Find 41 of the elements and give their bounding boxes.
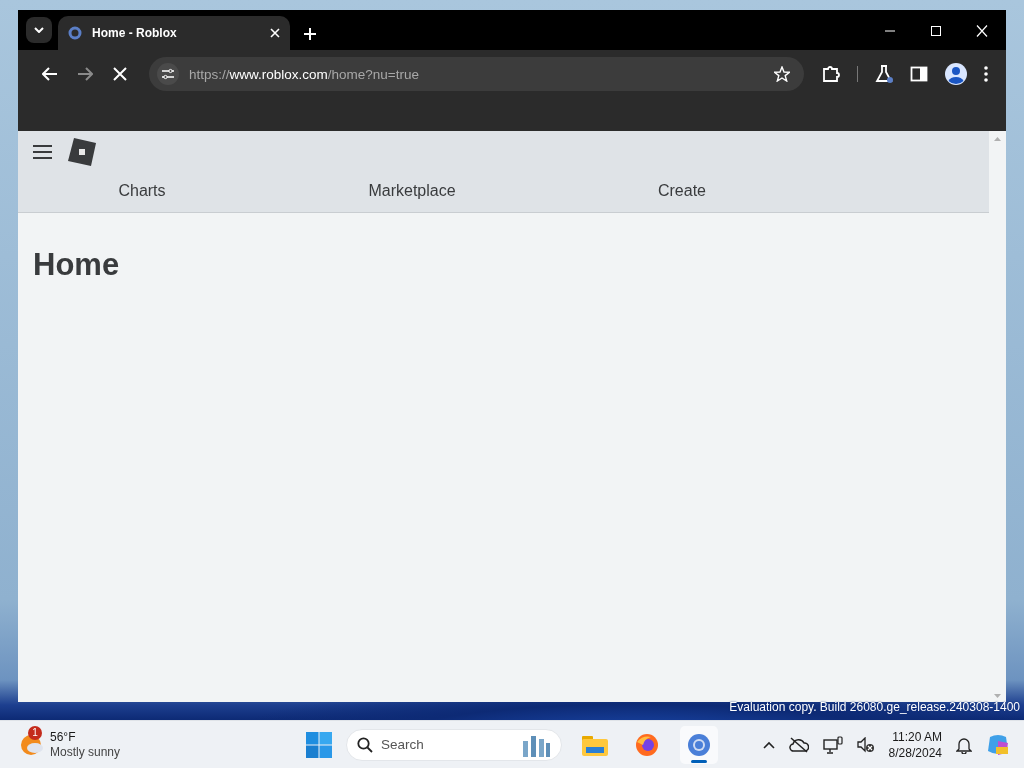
windows-logo-icon[interactable]	[306, 731, 332, 758]
back-icon[interactable]	[41, 67, 58, 81]
flask-icon[interactable]	[875, 65, 893, 83]
plus-icon[interactable]	[304, 28, 316, 40]
weather-condition[interactable]: Mostly sunny	[50, 744, 121, 760]
evaluation-watermark: Evaluation copy. Build 26080.ge_release.240308-1400	[729, 700, 1020, 714]
taskbar-app-button[interactable]	[680, 725, 718, 764]
page-heading: Home	[33, 247, 121, 283]
tilted-square-logo-icon[interactable]	[67, 137, 97, 167]
fox-globe-icon	[635, 732, 659, 757]
weather-temperature[interactable]: 56°F	[50, 729, 121, 745]
tab-search-button[interactable]	[26, 17, 52, 43]
notification-badge: 1	[28, 725, 42, 740]
search-icon	[357, 736, 373, 753]
search-field[interactable]: Search	[346, 728, 562, 761]
menu-icon[interactable]	[33, 145, 52, 159]
stop-icon[interactable]	[112, 67, 127, 81]
bell-icon[interactable]	[956, 735, 972, 754]
forward-icon[interactable]	[76, 67, 93, 81]
nav-link[interactable]: Marketplace	[358, 182, 466, 200]
nav-link[interactable]: Charts	[88, 182, 196, 200]
copilot-icon[interactable]	[986, 732, 1010, 757]
chevron-up-icon[interactable]	[762, 740, 775, 749]
clock[interactable]: 11:20 AM 8/28/2024	[888, 728, 942, 761]
nav-link[interactable]: Create	[628, 182, 736, 200]
chevron-down-icon	[34, 27, 44, 33]
star-icon[interactable]	[774, 66, 790, 82]
site-settings-icon[interactable]	[161, 68, 175, 80]
menu-icon[interactable]	[984, 66, 988, 82]
side-panel-icon[interactable]	[910, 65, 928, 83]
loading-icon	[68, 26, 82, 40]
network-icon[interactable]	[822, 735, 843, 754]
folder-icon	[582, 733, 608, 756]
cloud-off-icon[interactable]	[788, 736, 809, 753]
address-bar[interactable]: https://www.roblox.com/home?nu=true	[149, 57, 804, 91]
close-icon[interactable]	[270, 28, 280, 38]
speaker-muted-icon[interactable]	[856, 736, 875, 753]
puzzle-icon[interactable]	[822, 65, 840, 83]
profile-avatar-icon[interactable]	[945, 63, 967, 85]
browser-tab[interactable]: Home - Roblox	[58, 16, 290, 50]
browser-ring-icon	[687, 732, 711, 757]
